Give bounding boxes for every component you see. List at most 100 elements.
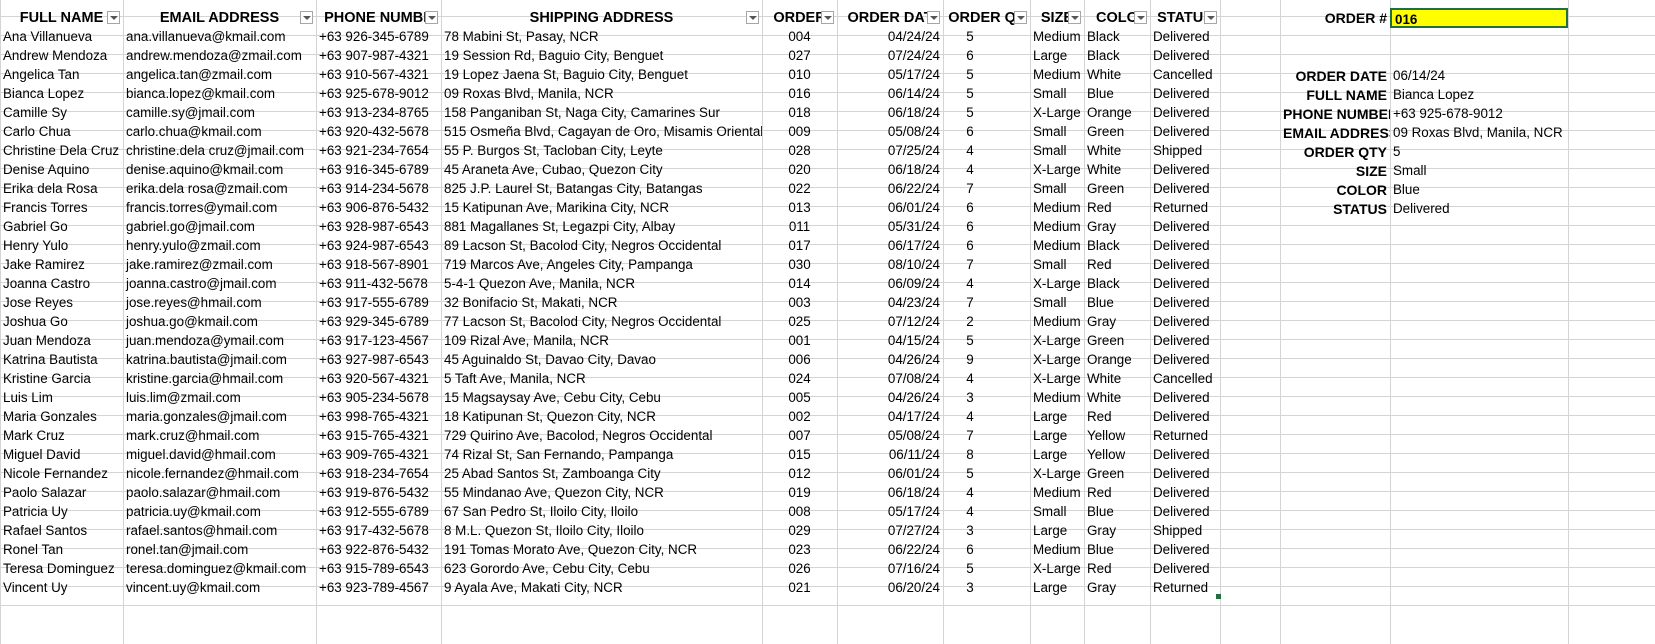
column-header[interactable]: ORDER <box>762 8 837 28</box>
table-cell[interactable]: paolo.salazar@hmail.com <box>123 483 316 503</box>
table-cell[interactable]: vincent.uy@kmail.com <box>123 578 316 598</box>
table-cell[interactable]: 109 Rizal Ave, Manila, NCR <box>441 331 762 351</box>
table-cell[interactable]: rafael.santos@hmail.com <box>123 521 316 541</box>
table-cell[interactable]: juan.mendoza@ymail.com <box>123 331 316 351</box>
table-cell[interactable]: Bianca Lopez <box>0 84 123 104</box>
table-cell[interactable]: Medium <box>1030 483 1084 503</box>
table-cell[interactable]: 9 <box>943 350 1030 370</box>
table-cell[interactable]: Small <box>1030 122 1084 142</box>
table-cell[interactable]: 6 <box>943 217 1030 237</box>
table-cell[interactable]: Medium <box>1030 217 1084 237</box>
table-cell[interactable]: Cancelled <box>1150 65 1220 85</box>
table-cell[interactable]: Delivered <box>1150 350 1220 370</box>
table-cell[interactable]: +63 920-432-5678 <box>316 122 441 142</box>
table-cell[interactable]: erika.dela rosa@zmail.com <box>123 179 316 199</box>
table-cell[interactable]: 017 <box>762 236 837 256</box>
table-cell[interactable]: 019 <box>762 483 837 503</box>
table-cell[interactable]: 020 <box>762 160 837 180</box>
table-cell[interactable]: Delivered <box>1150 388 1220 408</box>
table-cell[interactable]: X-Large <box>1030 103 1084 123</box>
table-cell[interactable]: +63 922-876-5432 <box>316 540 441 560</box>
table-cell[interactable]: Vincent Uy <box>0 578 123 598</box>
table-cell[interactable]: X-Large <box>1030 464 1084 484</box>
table-cell[interactable]: 3 <box>943 388 1030 408</box>
table-cell[interactable]: Nicole Fernandez <box>0 464 123 484</box>
table-cell[interactable]: +63 921-234-7654 <box>316 141 441 161</box>
table-cell[interactable]: 5 <box>943 84 1030 104</box>
table-cell[interactable]: +63 923-789-4567 <box>316 578 441 598</box>
table-cell[interactable]: Blue <box>1084 84 1150 104</box>
table-cell[interactable]: 016 <box>762 84 837 104</box>
table-cell[interactable]: 05/17/24 <box>837 65 943 85</box>
table-cell[interactable]: Large <box>1030 445 1084 465</box>
table-cell[interactable]: 6 <box>943 540 1030 560</box>
table-cell[interactable]: Gray <box>1084 578 1150 598</box>
table-cell[interactable]: 55 Mindanao Ave, Quezon City, NCR <box>441 483 762 503</box>
table-cell[interactable]: 011 <box>762 217 837 237</box>
filter-dropdown-icon[interactable] <box>821 11 834 24</box>
table-cell[interactable]: 4 <box>943 160 1030 180</box>
table-cell[interactable]: patricia.uy@kmail.com <box>123 502 316 522</box>
table-cell[interactable]: +63 906-876-5432 <box>316 198 441 218</box>
table-cell[interactable]: White <box>1084 65 1150 85</box>
table-cell[interactable]: 4 <box>943 407 1030 427</box>
column-header[interactable]: COLO <box>1084 8 1150 28</box>
table-cell[interactable]: 825 J.P. Laurel St, Batangas City, Batan… <box>441 179 762 199</box>
table-cell[interactable]: Black <box>1084 274 1150 294</box>
table-cell[interactable]: +63 919-876-5432 <box>316 483 441 503</box>
table-cell[interactable]: 55 P. Burgos St, Tacloban City, Leyte <box>441 141 762 161</box>
table-cell[interactable]: Shipped <box>1150 141 1220 161</box>
table-cell[interactable]: 4 <box>943 274 1030 294</box>
table-cell[interactable]: White <box>1084 160 1150 180</box>
table-cell[interactable]: 005 <box>762 388 837 408</box>
table-cell[interactable]: 7 <box>943 179 1030 199</box>
table-cell[interactable]: Delivered <box>1150 293 1220 313</box>
table-cell[interactable]: 07/27/24 <box>837 521 943 541</box>
table-cell[interactable]: Gray <box>1084 521 1150 541</box>
table-cell[interactable]: henry.yulo@zmail.com <box>123 236 316 256</box>
table-cell[interactable]: 06/14/24 <box>837 84 943 104</box>
table-cell[interactable]: 05/08/24 <box>837 426 943 446</box>
table-cell[interactable]: 024 <box>762 369 837 389</box>
table-cell[interactable]: X-Large <box>1030 274 1084 294</box>
table-cell[interactable]: Delivered <box>1150 540 1220 560</box>
filter-dropdown-icon[interactable] <box>1134 11 1147 24</box>
table-cell[interactable]: Joanna Castro <box>0 274 123 294</box>
table-cell[interactable]: 45 Aguinaldo St, Davao City, Davao <box>441 350 762 370</box>
table-cell[interactable]: +63 925-678-9012 <box>316 84 441 104</box>
table-cell[interactable]: camille.sy@jmail.com <box>123 103 316 123</box>
table-cell[interactable]: +63 918-234-7654 <box>316 464 441 484</box>
table-cell[interactable]: Medium <box>1030 27 1084 47</box>
table-cell[interactable]: Delivered <box>1150 312 1220 332</box>
table-cell[interactable]: +63 928-987-6543 <box>316 217 441 237</box>
table-cell[interactable]: Delivered <box>1150 217 1220 237</box>
table-cell[interactable]: +63 998-765-4321 <box>316 407 441 427</box>
table-cell[interactable]: angelica.tan@zmail.com <box>123 65 316 85</box>
table-cell[interactable]: +63 914-234-5678 <box>316 179 441 199</box>
column-header[interactable]: SHIPPING ADDRESS <box>441 8 762 28</box>
table-cell[interactable]: 7 <box>943 255 1030 275</box>
table-cell[interactable]: Delivered <box>1150 445 1220 465</box>
table-cell[interactable]: miguel.david@hmail.com <box>123 445 316 465</box>
table-cell[interactable]: +63 907-987-4321 <box>316 46 441 66</box>
table-cell[interactable]: Orange <box>1084 103 1150 123</box>
table-cell[interactable]: Medium <box>1030 198 1084 218</box>
table-cell[interactable]: Luis Lim <box>0 388 123 408</box>
table-cell[interactable]: +63 917-432-5678 <box>316 521 441 541</box>
table-cell[interactable]: Red <box>1084 559 1150 579</box>
table-cell[interactable]: +63 911-432-5678 <box>316 274 441 294</box>
table-cell[interactable]: bianca.lopez@kmail.com <box>123 84 316 104</box>
table-cell[interactable]: Yellow <box>1084 445 1150 465</box>
filter-dropdown-icon[interactable] <box>300 11 313 24</box>
table-cell[interactable]: christine.dela cruz@jmail.com <box>123 141 316 161</box>
table-cell[interactable]: Teresa Dominguez <box>0 559 123 579</box>
table-cell[interactable]: Green <box>1084 179 1150 199</box>
table-cell[interactable]: 6 <box>943 122 1030 142</box>
table-cell[interactable]: ronel.tan@jmail.com <box>123 540 316 560</box>
table-cell[interactable]: Delivered <box>1150 27 1220 47</box>
table-cell[interactable]: 06/11/24 <box>837 445 943 465</box>
table-cell[interactable]: Blue <box>1084 540 1150 560</box>
table-cell[interactable]: Red <box>1084 483 1150 503</box>
table-cell[interactable]: 002 <box>762 407 837 427</box>
table-cell[interactable]: X-Large <box>1030 160 1084 180</box>
